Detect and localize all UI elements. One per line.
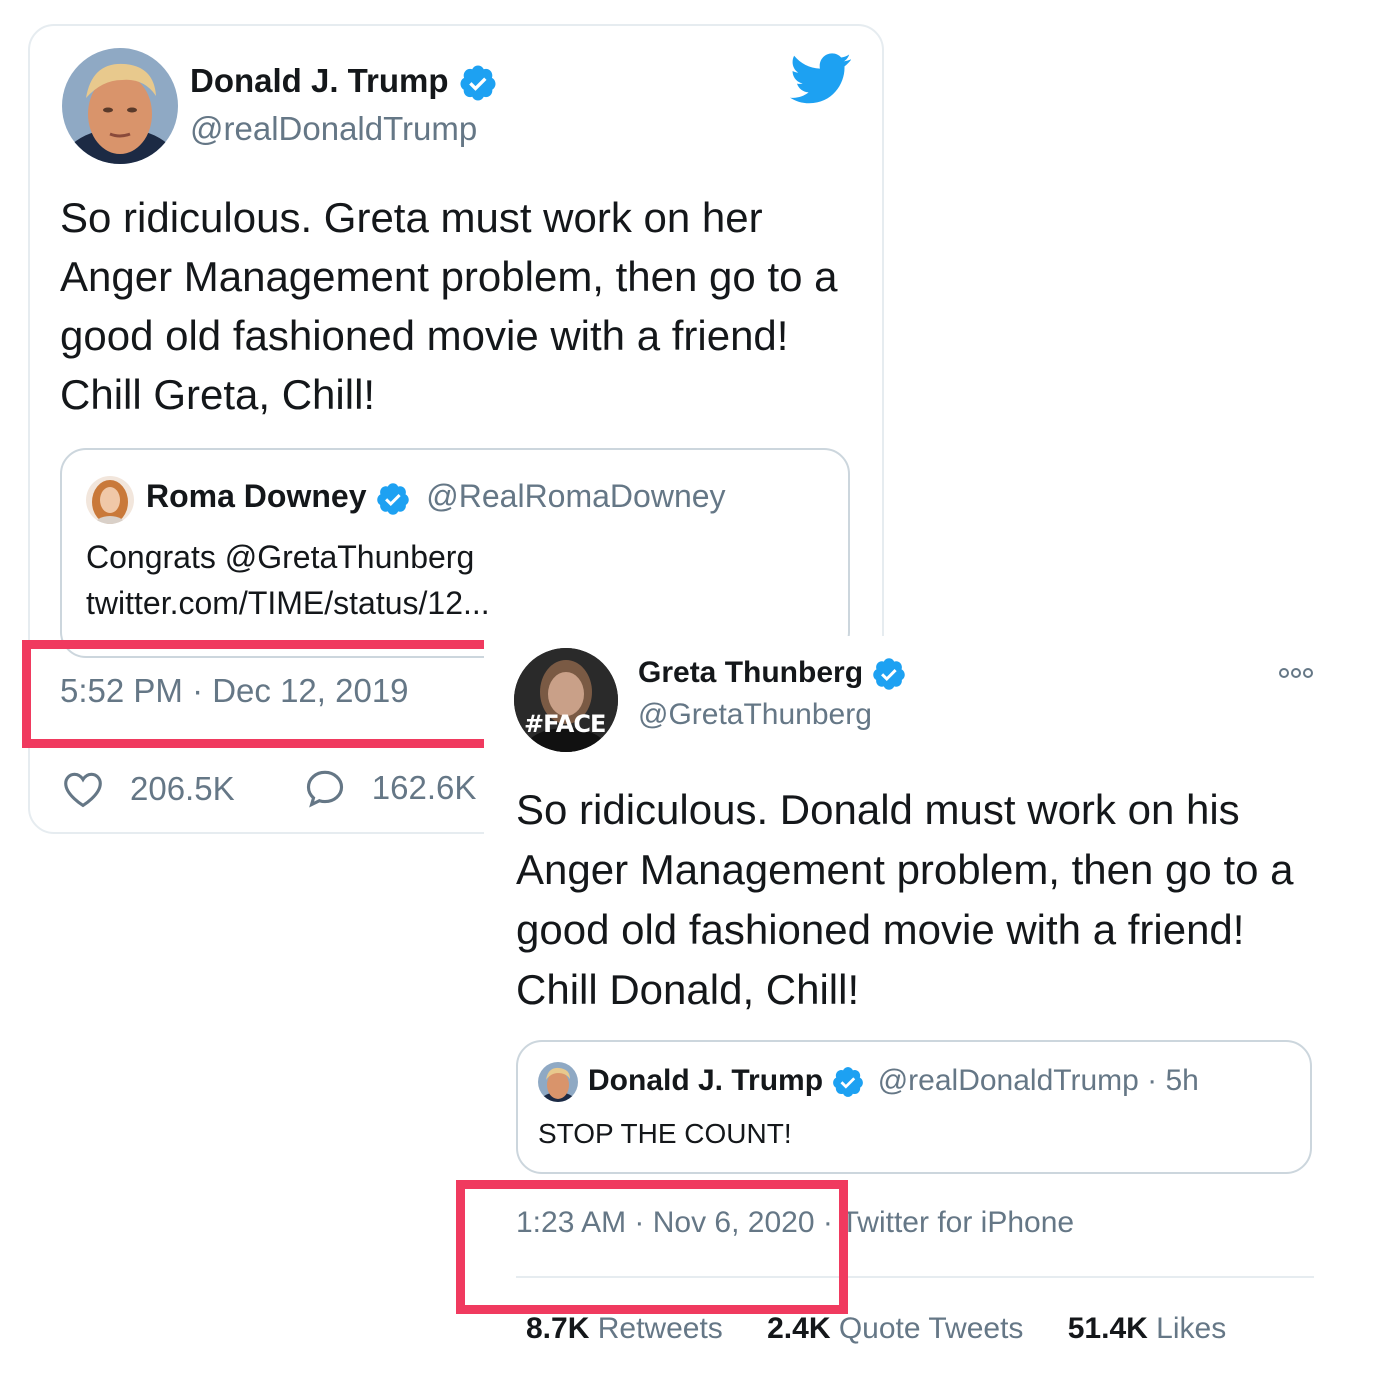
trump-small-avatar <box>538 1062 578 1102</box>
reply-stat[interactable]: 162.6K <box>304 768 477 808</box>
greta-author-name[interactable]: Greta Thunberg <box>638 656 907 692</box>
tweet-source[interactable]: Twitter for iPhone <box>841 1206 1074 1239</box>
quoted-text-link[interactable]: twitter.com/TIME/status/12... <box>86 580 490 626</box>
more-options-icon[interactable] <box>1278 666 1314 680</box>
author-name-text: Donald J. Trump <box>190 62 449 99</box>
roma-avatar <box>86 476 134 524</box>
greta-avatar[interactable]: #FACE <box>514 648 618 752</box>
trump-tweet-stats: 206.5K 162.6K <box>62 768 536 816</box>
trump-author-name[interactable]: Donald J. Trump <box>190 62 498 103</box>
greta-tweet-text: So ridiculous. Donald must work on his A… <box>516 786 1294 1013</box>
trump-avatar[interactable] <box>62 48 178 164</box>
verified-badge-icon <box>460 65 496 101</box>
trump-tweet-text: So ridiculous. Greta must work on her An… <box>60 194 838 418</box>
quote-tweets-label: Quote Tweets <box>838 1312 1024 1345</box>
quoted-tweet-roma[interactable]: Roma Downey @RealRomaDowney Congrats @Gr… <box>60 448 850 658</box>
likes-label: Likes <box>1156 1312 1227 1345</box>
highlight-box-2020 <box>456 1180 848 1314</box>
likes-stat[interactable]: 51.4K Likes <box>1068 1312 1226 1345</box>
retweets-count: 8.7K <box>526 1312 590 1345</box>
quoted-tweet-header: Roma Downey @RealRomaDowney <box>146 478 726 517</box>
retweets-label: Retweets <box>597 1312 723 1345</box>
retweets-stat[interactable]: 8.7K Retweets <box>526 1312 731 1345</box>
quoted-text-line-1: Congrats @GretaThunberg <box>86 539 475 575</box>
heart-icon[interactable] <box>62 770 104 808</box>
author-name-text: Greta Thunberg <box>638 656 864 689</box>
verified-badge-icon <box>873 658 906 690</box>
quoted-author-name: Roma Downey <box>146 478 367 514</box>
trump-author-handle[interactable]: @realDonaldTrump <box>190 110 477 148</box>
quoted-tweet-header: Donald J. Trump @realDonaldTrump · 5h <box>588 1064 1199 1099</box>
quoted-author-handle: @RealRomaDowney <box>426 478 726 514</box>
reply-count: 162.6K <box>371 769 477 806</box>
like-count: 206.5K <box>130 770 235 807</box>
quoted-author-name: Donald J. Trump <box>588 1064 824 1097</box>
verified-badge-icon <box>833 1067 864 1097</box>
highlight-box-2019 <box>22 640 512 748</box>
quoted-author-handle: @realDonaldTrump · 5h <box>877 1064 1199 1097</box>
reply-bubble-icon[interactable] <box>304 768 346 808</box>
verified-badge-icon <box>377 482 410 515</box>
quoted-tweet-text: Congrats @GretaThunberg twitter.com/TIME… <box>86 534 490 626</box>
twitter-bird-icon[interactable] <box>790 52 852 106</box>
avatar-face-label: #FACE <box>524 710 606 738</box>
quoted-tweet-trump[interactable]: Donald J. Trump @realDonaldTrump · 5h ST… <box>516 1040 1312 1174</box>
greta-tweet-stats: 8.7K Retweets 2.4K Quote Tweets 51.4K Li… <box>526 1312 1262 1346</box>
screenshot-canvas: Donald J. Trump @realDonaldTrump So ridi… <box>0 0 1400 1400</box>
quoted-tweet-text: STOP THE COUNT! <box>538 1118 792 1149</box>
quote-tweets-stat[interactable]: 2.4K Quote Tweets <box>767 1312 1032 1345</box>
greta-author-handle[interactable]: @GretaThunberg <box>638 698 872 732</box>
likes-count: 51.4K <box>1067 1312 1148 1345</box>
quote-tweets-count: 2.4K <box>767 1312 831 1345</box>
like-stat[interactable]: 206.5K <box>62 770 235 808</box>
